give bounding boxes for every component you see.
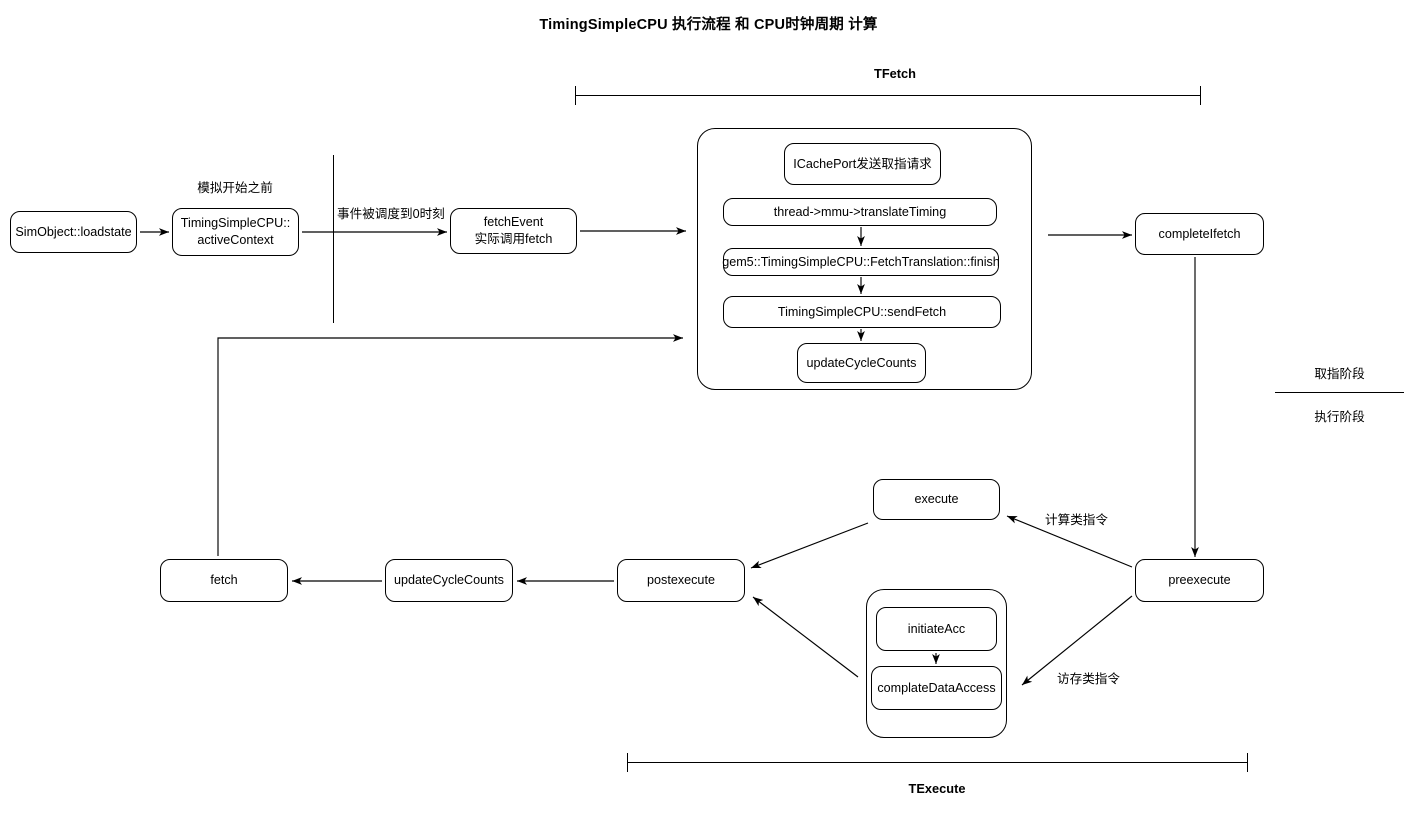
node-fetchtranslation-finish[interactable]: gem5::TimingSimpleCPU::FetchTranslation:… <box>722 248 1000 276</box>
compute-instruction-label: 计算类指令 <box>1045 513 1108 527</box>
node-preexecute[interactable]: preexecute <box>1135 559 1264 602</box>
arrow-execute-to-postexecute <box>750 522 869 569</box>
texecute-bracket-line <box>627 762 1247 763</box>
fetch-stage-label: 取指阶段 <box>1314 367 1365 381</box>
node-simobject-loadstate[interactable]: SimObject::loadstate <box>10 211 137 253</box>
tfetch-bracket-tick-left <box>575 86 576 105</box>
tfetch-bracket-label: TFetch <box>874 66 916 81</box>
node-complatedataaccess[interactable]: complateDataAccess <box>871 666 1002 710</box>
tfetch-bracket-tick-right <box>1200 86 1201 105</box>
node-translate-timing[interactable]: thread->mmu->translateTiming <box>723 198 997 226</box>
node-completeifetch[interactable]: completeIfetch <box>1135 213 1264 255</box>
simulation-boundary-line <box>333 155 334 323</box>
arrow-layer <box>140 227 1199 686</box>
arrow-fetch-feedback-to-pipeline <box>217 334 683 556</box>
before-simulation-label: 模拟开始之前 <box>197 181 273 195</box>
diagram-canvas: TimingSimpleCPU 执行流程 和 CPU时钟周期 计算 TFetch… <box>0 0 1417 830</box>
node-fetch[interactable]: fetch <box>160 559 288 602</box>
texecute-bracket-tick-left <box>627 753 628 772</box>
node-updatecyclecounts-exec[interactable]: updateCycleCounts <box>385 559 513 602</box>
node-updatecyclecounts-fetch[interactable]: updateCycleCounts <box>797 343 926 383</box>
texecute-bracket-tick-right <box>1247 753 1248 772</box>
texecute-bracket-label: TExecute <box>908 781 966 796</box>
memory-instruction-label: 访存类指令 <box>1057 672 1120 686</box>
node-fetchevent[interactable]: fetchEvent 实际调用fetch <box>450 208 577 254</box>
tfetch-bracket-line <box>575 95 1200 96</box>
execute-stage-label: 执行阶段 <box>1314 410 1365 424</box>
event-scheduled-label: 事件被调度到0时刻 <box>337 207 445 221</box>
node-initiateacc[interactable]: initiateAcc <box>876 607 997 651</box>
arrow-memorygroup-to-postexecute <box>752 596 859 678</box>
stage-divider-line <box>1275 392 1404 393</box>
node-icacheport-send-request[interactable]: ICachePort发送取指请求 <box>784 143 941 185</box>
node-sendfetch[interactable]: TimingSimpleCPU::sendFetch <box>723 296 1001 328</box>
node-activecontext[interactable]: TimingSimpleCPU:: activeContext <box>172 208 299 256</box>
page-title: TimingSimpleCPU 执行流程 和 CPU时钟周期 计算 <box>539 17 878 33</box>
node-execute[interactable]: execute <box>873 479 1000 520</box>
node-postexecute[interactable]: postexecute <box>617 559 745 602</box>
